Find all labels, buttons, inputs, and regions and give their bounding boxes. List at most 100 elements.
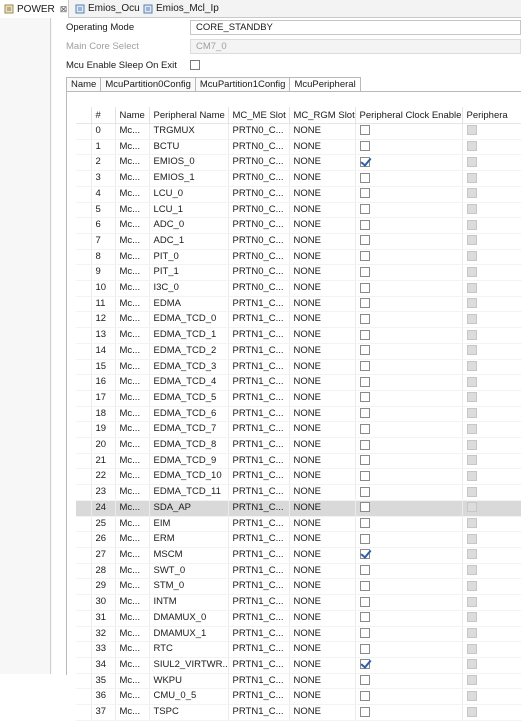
- table-row[interactable]: 31 Mc... DMAMUX_0 PRTN1_C... NONE: [76, 610, 521, 627]
- table-row[interactable]: 29 Mc... STM_0 PRTN1_C... NONE: [76, 578, 521, 596]
- table-row[interactable]: 28 Mc... SWT_0 PRTN1_C... NONE: [76, 563, 521, 580]
- peripheral-clock-enable-checkbox[interactable]: [359, 141, 370, 152]
- table-row[interactable]: 17 Mc... EDMA_TCD_5 PRTN1_C... NONE: [76, 390, 521, 407]
- peripheral-clock-enable-checkbox[interactable]: [359, 675, 370, 686]
- peripheral-clock-enable-checkbox[interactable]: [359, 486, 370, 497]
- column-header-mc-me-slot[interactable]: MC_ME Slot: [228, 107, 290, 124]
- peripheral-clock-enable-checkbox[interactable]: [359, 565, 370, 576]
- table-row[interactable]: 0 Mc... TRGMUX PRTN0_C... NONE: [76, 123, 521, 140]
- peripheral-clock-enable-checkbox[interactable]: [359, 470, 370, 481]
- table-row[interactable]: 11 Mc... EDMA PRTN1_C... NONE: [76, 296, 521, 313]
- tab-emios-ocu[interactable]: Emios_Ocu: [71, 0, 144, 17]
- column-header-index[interactable]: #: [91, 107, 116, 124]
- table-row[interactable]: 33 Mc... RTC PRTN1_C... NONE: [76, 641, 521, 658]
- peripheral-clock-enable-checkbox[interactable]: [359, 706, 370, 717]
- peripheral-clock-enable-checkbox[interactable]: [359, 298, 370, 309]
- row-mc-me-slot: PRTN1_C...: [228, 516, 290, 533]
- peripheral-clock-enable-checkbox[interactable]: [359, 188, 370, 199]
- tab-power[interactable]: POWER ⊠: [0, 0, 69, 18]
- peripheral-clock-enable-checkbox[interactable]: [359, 690, 370, 701]
- column-header-peripheral-name[interactable]: Peripheral Name: [149, 107, 229, 124]
- table-row[interactable]: 14 Mc... EDMA_TCD_2 PRTN1_C... NONE: [76, 343, 521, 360]
- table-row[interactable]: 19 Mc... EDMA_TCD_7 PRTN1_C... NONE: [76, 421, 521, 439]
- table-row[interactable]: 2 Mc... EMIOS_0 PRTN0_C... NONE: [76, 154, 521, 172]
- row-mc-rgm-slot: NONE: [289, 217, 356, 234]
- table-row[interactable]: 27 Mc... MSCM PRTN1_C... NONE: [76, 547, 521, 564]
- table-row[interactable]: 22 Mc... EDMA_TCD_10 PRTN1_C... NONE: [76, 468, 521, 486]
- column-header-name[interactable]: Name: [115, 107, 150, 124]
- row-mc-me-slot: PRTN0_C...: [228, 170, 290, 187]
- table-row[interactable]: 21 Mc... EDMA_TCD_9 PRTN1_C... NONE: [76, 453, 521, 470]
- peripheral-clock-enable-checkbox[interactable]: [359, 204, 370, 214]
- table-row[interactable]: 6 Mc... ADC_0 PRTN0_C... NONE: [76, 217, 521, 234]
- row-selector: [76, 249, 92, 266]
- tab-emios-mcl-ip[interactable]: Emios_Mcl_Ip: [139, 0, 223, 17]
- peripheral-clock-enable-checkbox[interactable]: [359, 329, 370, 340]
- peripheral-clock-enable-checkbox[interactable]: [359, 549, 370, 560]
- subtab-partition1[interactable]: McuPartition1Config: [194, 77, 290, 92]
- table-row[interactable]: 18 Mc... EDMA_TCD_6 PRTN1_C... NONE: [76, 406, 521, 423]
- peripheral-clock-enable-checkbox[interactable]: [359, 172, 370, 183]
- peripheral-clock-enable-checkbox[interactable]: [359, 361, 370, 372]
- operating-mode-field[interactable]: CORE_STANDBY: [190, 20, 521, 35]
- peripheral-clock-enable-checkbox[interactable]: [359, 392, 370, 403]
- table-row[interactable]: 8 Mc... PIT_0 PRTN0_C... NONE: [76, 249, 521, 266]
- table-row[interactable]: 4 Mc... LCU_0 PRTN0_C... NONE: [76, 186, 521, 203]
- peripheral-clock-enable-checkbox[interactable]: [359, 439, 370, 450]
- table-row[interactable]: 20 Mc... EDMA_TCD_8 PRTN1_C... NONE: [76, 437, 521, 454]
- peripheral-clock-enable-checkbox[interactable]: [359, 580, 370, 591]
- column-header-mc-rgm-slot[interactable]: MC_RGM Slot: [289, 107, 356, 124]
- table-row[interactable]: 9 Mc... PIT_1 PRTN0_C... NONE: [76, 264, 521, 282]
- row-selector: [76, 139, 92, 156]
- table-row[interactable]: 10 Mc... I3C_0 PRTN0_C... NONE: [76, 280, 521, 297]
- table-row[interactable]: 32 Mc... DMAMUX_1 PRTN1_C... NONE: [76, 626, 521, 643]
- table-row[interactable]: 3 Mc... EMIOS_1 PRTN0_C... NONE: [76, 170, 521, 187]
- subtab-partition0[interactable]: McuPartition0Config: [100, 77, 195, 92]
- peripheral-clock-enable-checkbox[interactable]: [359, 423, 370, 434]
- peripheral-clock-enable-checkbox[interactable]: [359, 235, 370, 246]
- peripheral-clock-enable-checkbox[interactable]: [359, 345, 370, 356]
- peripheral-clock-enable-checkbox[interactable]: [359, 643, 370, 654]
- table-row[interactable]: 7 Mc... ADC_1 PRTN0_C... NONE: [76, 233, 521, 250]
- table-row[interactable]: 25 Mc... EIM PRTN1_C... NONE: [76, 516, 521, 533]
- table-row[interactable]: 34 Mc... SIUL2_VIRTWR... PRTN1_C... NONE: [76, 657, 521, 674]
- table-row[interactable]: 37 Mc... TSPC PRTN1_C... NONE: [76, 704, 521, 721]
- table-row[interactable]: 36 Mc... CMU_0_5 PRTN1_C... NONE: [76, 688, 521, 706]
- table-row[interactable]: 5 Mc... LCU_1 PRTN0_C... NONE: [76, 202, 521, 219]
- peripheral-clock-enable-checkbox[interactable]: [359, 219, 370, 230]
- subtab-peripheral[interactable]: McuPeripheral: [289, 77, 361, 92]
- sleep-on-exit-checkbox[interactable]: [190, 60, 200, 70]
- table-row[interactable]: 1 Mc... BCTU PRTN0_C... NONE: [76, 139, 521, 156]
- table-row[interactable]: 15 Mc... EDMA_TCD_3 PRTN1_C... NONE: [76, 359, 521, 376]
- disabled-checkbox: [466, 627, 477, 638]
- peripheral-clock-enable-checkbox[interactable]: [359, 266, 370, 277]
- close-icon[interactable]: ⊠: [60, 4, 68, 15]
- column-header-peripheral-extra[interactable]: Periphera: [462, 107, 521, 124]
- table-row[interactable]: 26 Mc... ERM PRTN1_C... NONE: [76, 531, 521, 548]
- peripheral-clock-enable-checkbox[interactable]: [359, 125, 370, 136]
- peripheral-clock-enable-checkbox[interactable]: [359, 659, 370, 670]
- table-row[interactable]: 24 Mc... SDA_AP PRTN1_C... NONE: [76, 500, 521, 517]
- peripheral-clock-enable-checkbox[interactable]: [359, 596, 370, 607]
- peripheral-clock-enable-checkbox[interactable]: [359, 156, 370, 167]
- subtab-name[interactable]: Name: [66, 77, 101, 92]
- peripheral-clock-enable-checkbox[interactable]: [359, 251, 370, 262]
- peripheral-clock-enable-checkbox[interactable]: [359, 502, 370, 513]
- peripheral-clock-enable-checkbox[interactable]: [359, 612, 370, 623]
- peripheral-clock-enable-checkbox[interactable]: [359, 518, 370, 529]
- peripheral-clock-enable-checkbox[interactable]: [359, 455, 370, 466]
- peripheral-clock-enable-checkbox[interactable]: [359, 313, 370, 324]
- peripheral-clock-enable-checkbox[interactable]: [359, 627, 370, 638]
- peripheral-clock-enable-checkbox[interactable]: [359, 376, 370, 387]
- row-mc-rgm-slot: NONE: [289, 531, 356, 548]
- table-row[interactable]: 23 Mc... EDMA_TCD_11 PRTN1_C... NONE: [76, 484, 521, 501]
- table-row[interactable]: 13 Mc... EDMA_TCD_1 PRTN1_C... NONE: [76, 327, 521, 344]
- table-row[interactable]: 16 Mc... EDMA_TCD_4 PRTN1_C... NONE: [76, 374, 521, 391]
- column-header-clock-enable[interactable]: Peripheral Clock Enable: [355, 107, 463, 124]
- peripheral-clock-enable-checkbox[interactable]: [359, 408, 370, 419]
- table-row[interactable]: 12 Mc... EDMA_TCD_0 PRTN1_C... NONE: [76, 311, 521, 329]
- peripheral-clock-enable-checkbox[interactable]: [359, 533, 370, 544]
- table-row[interactable]: 35 Mc... WKPU PRTN1_C... NONE: [76, 673, 521, 690]
- peripheral-clock-enable-checkbox[interactable]: [359, 282, 370, 293]
- table-row[interactable]: 30 Mc... INTM PRTN1_C... NONE: [76, 594, 521, 611]
